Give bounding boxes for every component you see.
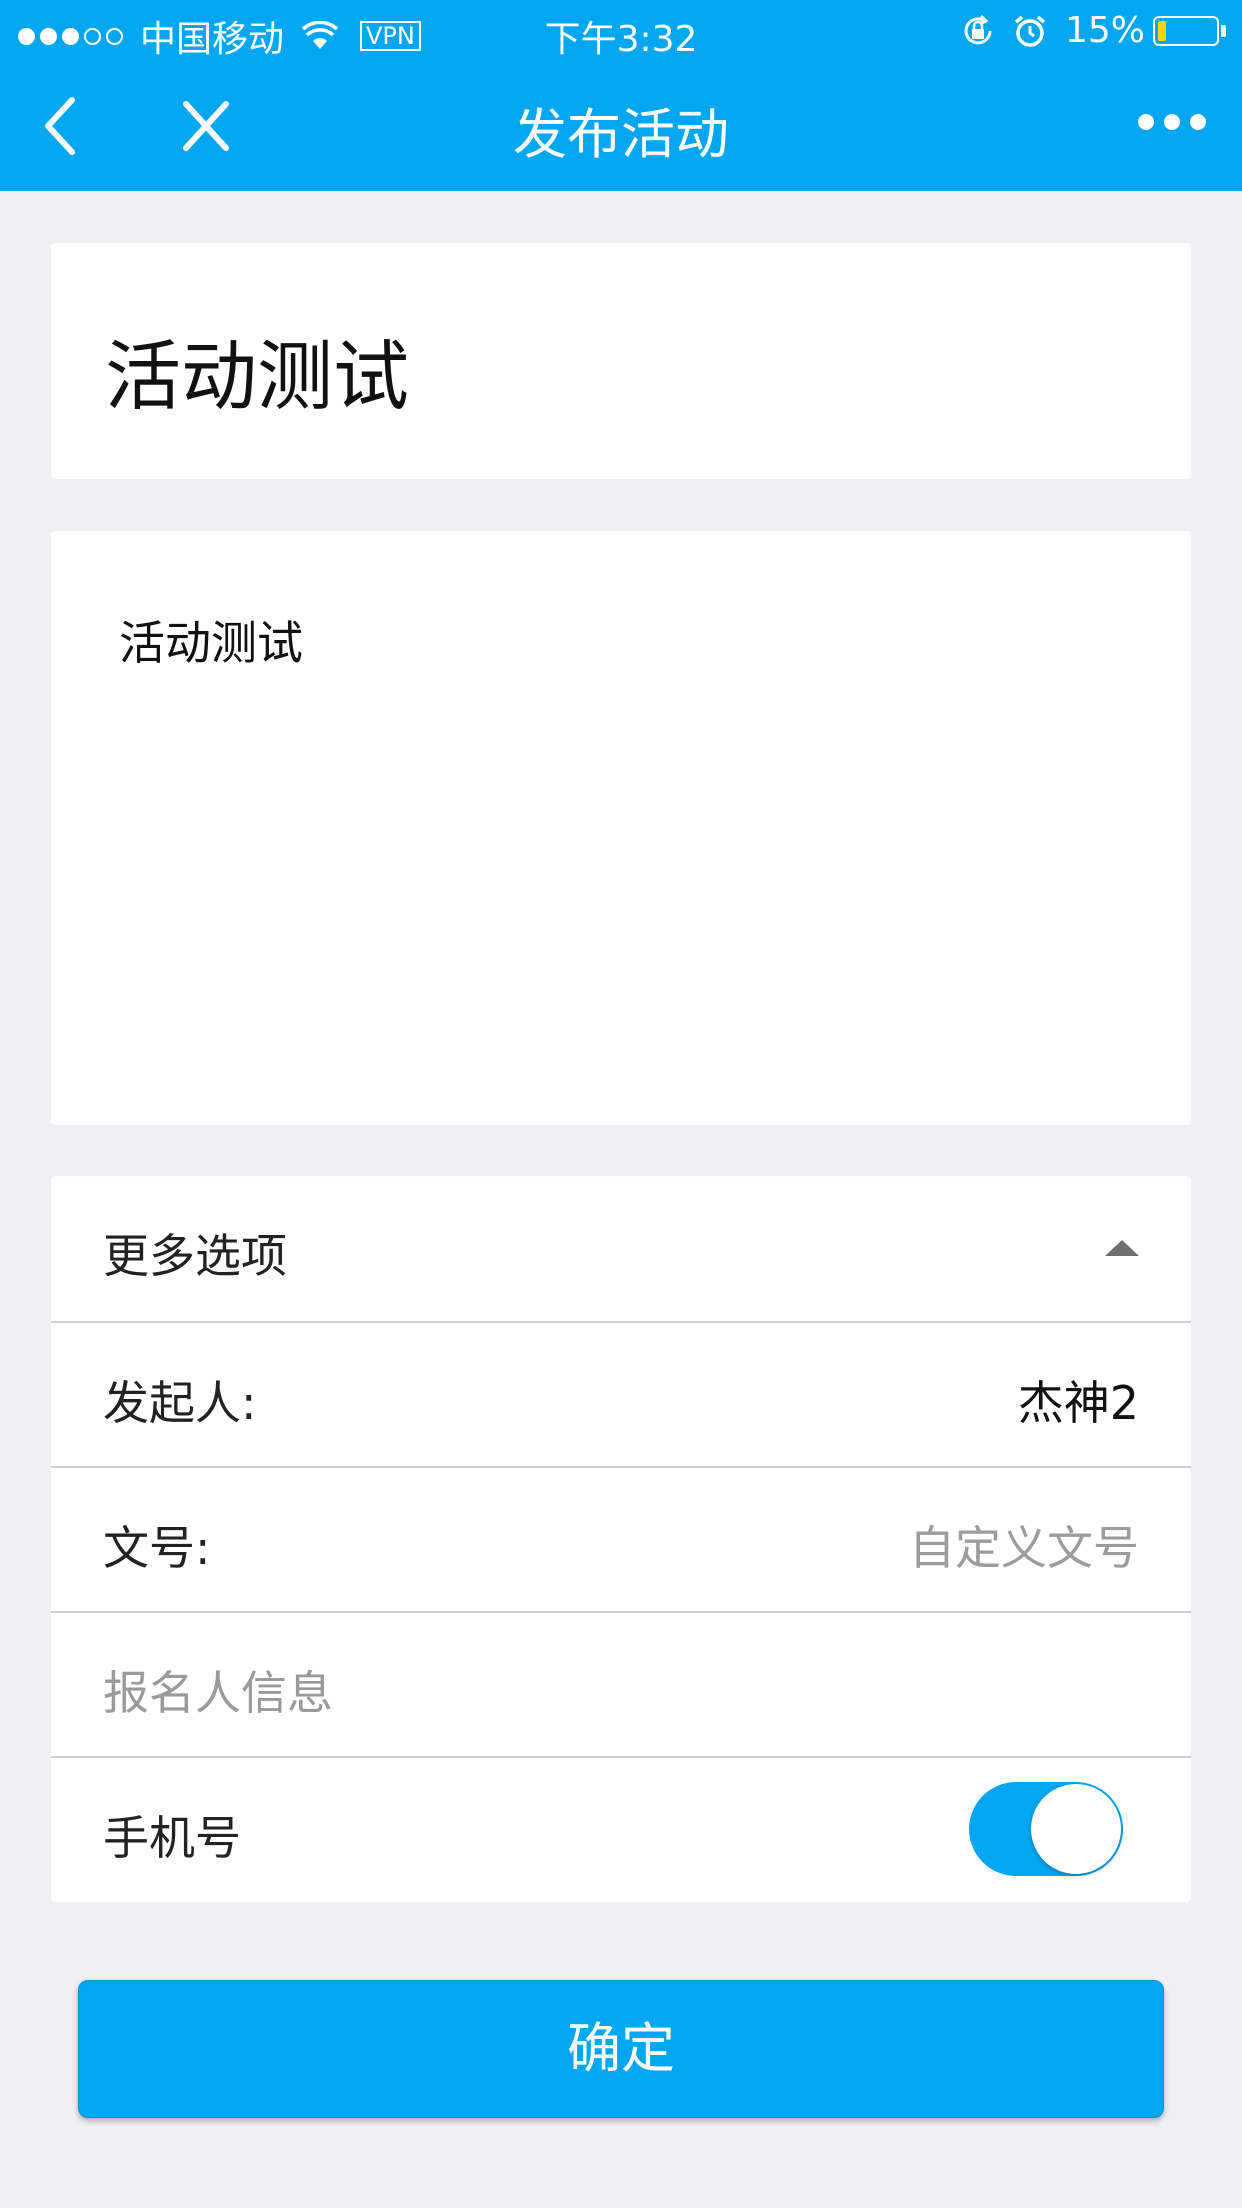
signup-info-label: 报名人信息 (103, 1666, 333, 1720)
more-options-panel: 更多选项 发起人: 杰神2 文号: 自定义文号 报名人信息 手机号 (51, 1176, 1191, 1902)
phone-toggle[interactable] (969, 1782, 1123, 1876)
more-options-header[interactable]: 更多选项 (51, 1176, 1191, 1321)
doc-number-row[interactable]: 文号: 自定义文号 (51, 1466, 1191, 1611)
nav-bar: 发布活动 (0, 62, 1242, 191)
alarm-icon (1014, 15, 1046, 47)
initiator-value: 杰神2 (1017, 1376, 1139, 1430)
battery-nub (1221, 24, 1226, 37)
title-input[interactable]: 活动测试 (51, 243, 1191, 479)
confirm-button[interactable]: 确定 (78, 1980, 1164, 2118)
phone-row: 手机号 (51, 1756, 1191, 1901)
top-bar: 中国移动 VPN 下午3:32 15% 发布活动 (0, 0, 1242, 191)
battery-percent: 15% (1064, 10, 1145, 51)
initiator-row: 发起人: 杰神2 (51, 1321, 1191, 1466)
page-title: 发布活动 (513, 103, 729, 166)
doc-number-label: 文号: (103, 1521, 211, 1575)
title-input-value: 活动测试 (105, 332, 409, 421)
status-right: 15% (961, 10, 1226, 51)
rotation-lock-icon (964, 14, 992, 44)
initiator-label: 发起人: (103, 1376, 257, 1430)
doc-number-input[interactable]: 自定义文号 (909, 1512, 1139, 1578)
content-textarea-value: 活动测试 (119, 616, 303, 670)
more-options-label: 更多选项 (103, 1229, 287, 1283)
caret-up-icon[interactable] (1105, 1240, 1139, 1256)
phone-label: 手机号 (103, 1811, 241, 1865)
more-options-icon[interactable] (1128, 114, 1206, 130)
signup-info-section: 报名人信息 (51, 1611, 1191, 1756)
battery-icon (1153, 15, 1219, 46)
content-textarea[interactable]: 活动测试 (51, 531, 1191, 1125)
toggle-knob (1031, 1784, 1121, 1874)
status-bar: 中国移动 VPN 下午3:32 15% (0, 0, 1242, 62)
